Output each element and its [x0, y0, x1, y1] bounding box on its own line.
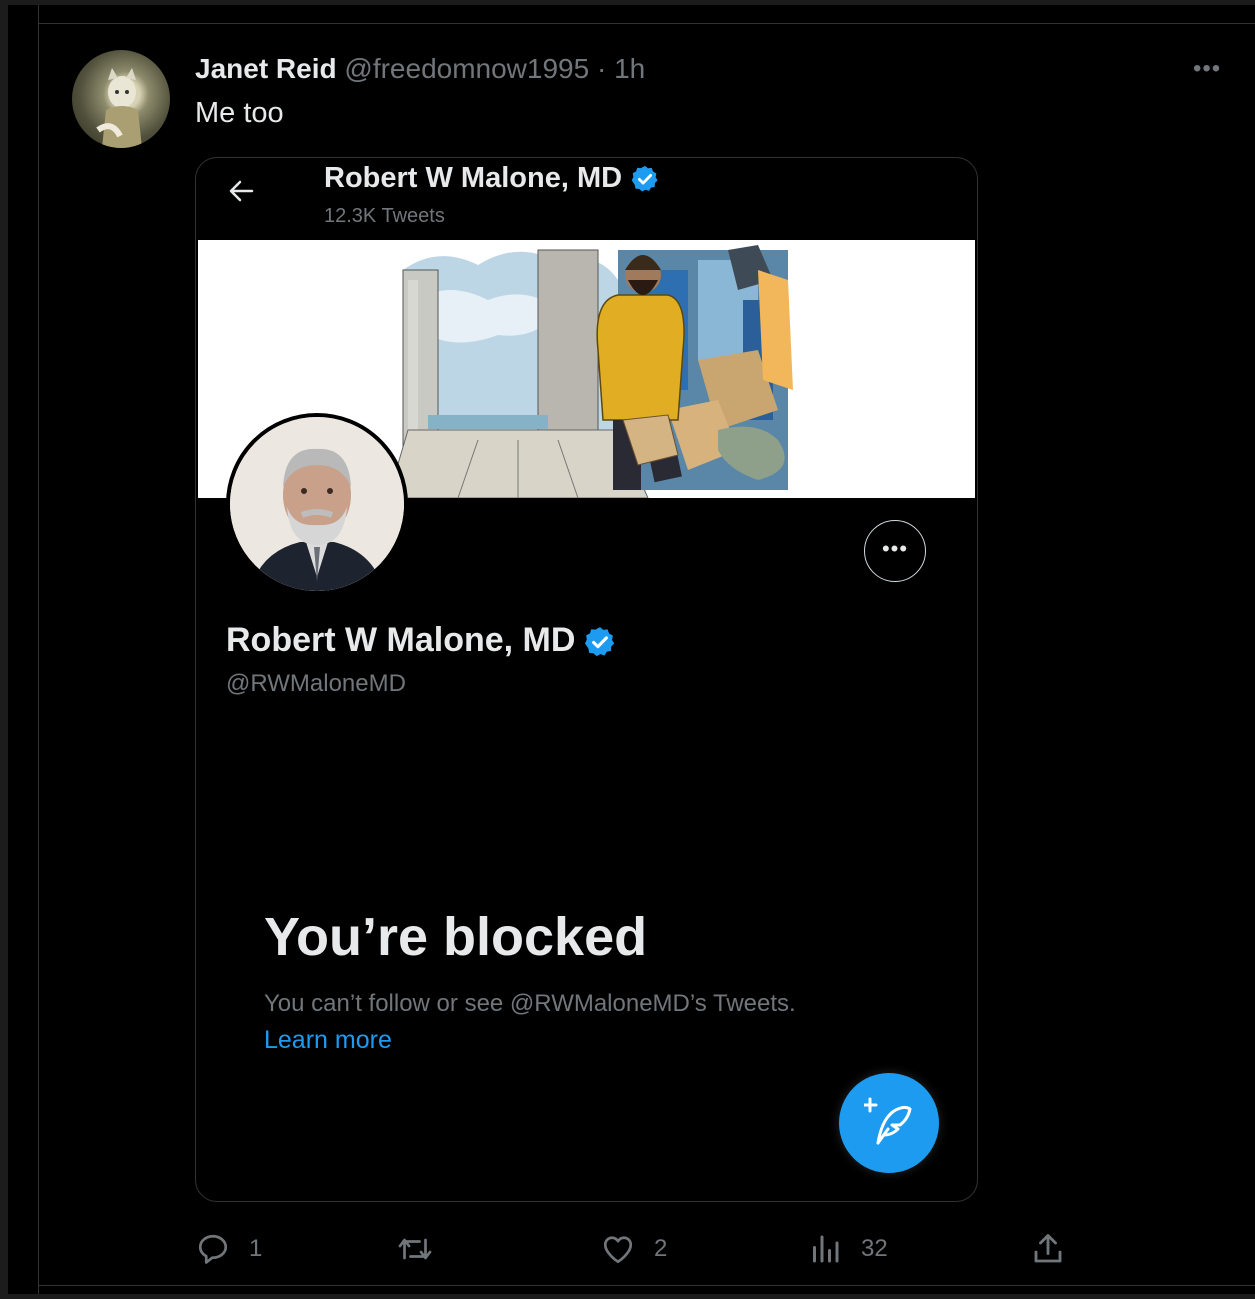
analytics-bars-icon [813, 1235, 839, 1263]
reply-button[interactable]: 1 [195, 1227, 262, 1271]
back-arrow-icon [229, 180, 254, 202]
tweet-action-bar: 1 2 32 [195, 1227, 1062, 1277]
tweet-count: 12.3K Tweets [324, 205, 445, 227]
like-count: 2 [654, 1235, 668, 1262]
profile-photo-image [230, 417, 404, 591]
compose-tweet-button[interactable] [839, 1073, 939, 1173]
retweet-icon [398, 1238, 432, 1260]
view-count: 32 [861, 1235, 888, 1262]
heart-icon [603, 1236, 633, 1264]
verified-badge-icon [631, 166, 658, 192]
verified-badge-icon [585, 627, 615, 657]
profile-name: Robert W Malone, MD [226, 621, 576, 659]
reply-icon [198, 1234, 228, 1264]
avatar-image [96, 68, 142, 148]
author-handle[interactable]: @freedomnow1995 [344, 53, 589, 84]
column-divider [38, 5, 39, 1294]
more-horizontal-icon[interactable]: ••• [1193, 55, 1221, 83]
blocked-title: You’re blocked [264, 907, 648, 967]
share-upload-icon [1034, 1234, 1062, 1263]
top-divider [38, 23, 1255, 24]
profile-name-row: Robert W Malone, MD [226, 621, 617, 660]
header-separator: · [596, 53, 607, 84]
attached-image[interactable]: Robert W Malone, MD 12.3K Tweets ••• Rob… [195, 157, 978, 1202]
learn-more-link[interactable]: Learn more [264, 1026, 392, 1055]
tweet-text: Me too [195, 97, 284, 129]
like-button[interactable]: 2 [600, 1227, 667, 1271]
timeline-frame: Janet Reid @freedomnow1995 · 1h Me too •… [8, 5, 1255, 1294]
author-avatar[interactable] [72, 50, 170, 148]
compose-feather-icon [864, 1097, 912, 1145]
views-button[interactable]: 32 [807, 1227, 888, 1271]
tweet-header: Janet Reid @freedomnow1995 · 1h [195, 53, 645, 85]
profile-more-button[interactable]: ••• [864, 520, 926, 582]
reply-count: 1 [249, 1235, 263, 1262]
retweet-button[interactable] [395, 1227, 453, 1271]
blocked-description: You can’t follow or see @RWMaloneMD’s Tw… [264, 990, 796, 1017]
header-title-row: Robert W Malone, MD [324, 162, 660, 195]
share-button[interactable] [1030, 1227, 1084, 1271]
profile-avatar[interactable] [226, 413, 408, 595]
bottom-divider [38, 1285, 1255, 1286]
more-horizontal-icon: ••• [881, 536, 909, 561]
header-title: Robert W Malone, MD [324, 162, 623, 194]
author-name[interactable]: Janet Reid [195, 53, 337, 84]
tweet-time[interactable]: 1h [614, 53, 645, 84]
profile-handle: @RWMaloneMD [226, 670, 406, 697]
